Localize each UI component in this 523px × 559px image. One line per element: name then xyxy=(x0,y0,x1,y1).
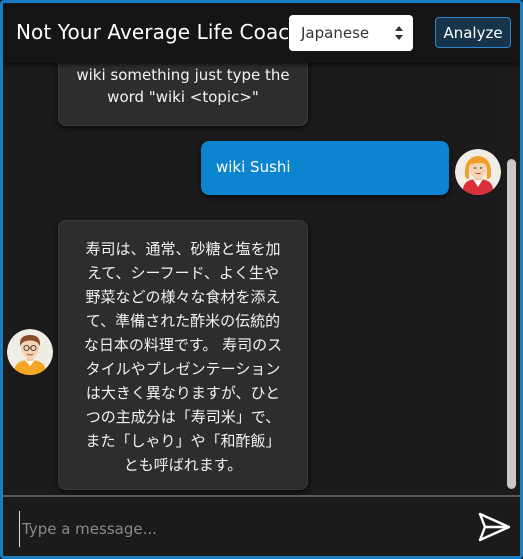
message-line: とも呼ばれます。 xyxy=(123,456,243,474)
message-line: word "wiki <topic>" xyxy=(107,88,259,106)
scrollbar-thumb[interactable] xyxy=(507,159,516,489)
chat-messages: wiki something just type the word "wiki … xyxy=(3,63,503,495)
user-message-text: wiki Sushi xyxy=(216,158,291,176)
message-input[interactable] xyxy=(19,511,464,547)
woman-avatar-icon xyxy=(455,149,501,195)
bot-message-bubble: wiki something just type the word "wiki … xyxy=(58,63,308,126)
app-window: Not Your Average Life Coach Japanese Ana… xyxy=(0,0,523,559)
message-line: な日本の料理です。 寿司のス xyxy=(83,336,283,354)
bot-message-bubble: 寿司は、通常、砂糖と塩を加 えて、シーフード、よく生や 野菜などの様々な食材を添… xyxy=(58,220,308,490)
message-line: えて、シーフード、よく生や xyxy=(86,264,279,282)
chat-scrollbar[interactable] xyxy=(503,63,520,495)
man-avatar-icon xyxy=(7,329,53,375)
message-line: 野菜などの様々な食材を添え xyxy=(85,288,281,306)
message-line: 寿司は、通常、砂糖と塩を加 xyxy=(85,240,281,258)
analyze-button[interactable]: Analyze xyxy=(435,17,511,48)
language-select-value: Japanese xyxy=(301,24,370,42)
message-line: タイルやプレゼンテーション xyxy=(85,360,281,378)
paper-plane-send-icon[interactable] xyxy=(477,511,511,543)
app-header: Not Your Average Life Coach Japanese Ana… xyxy=(3,3,520,63)
message-composer xyxy=(3,495,520,556)
message-line: つの主成分は「寿司米」で、 xyxy=(85,408,281,426)
user-message-bubble: wiki Sushi xyxy=(201,141,449,195)
language-select[interactable]: Japanese xyxy=(289,15,413,51)
app-title: Not Your Average Life Coach xyxy=(16,20,303,44)
message-line: は大きく異なりますが、ひと xyxy=(85,384,281,402)
message-line: wiki something just type the xyxy=(76,66,290,84)
message-line: て、準備された酢米の伝統的 xyxy=(85,312,281,330)
up-down-arrows-icon xyxy=(395,26,403,40)
message-line: また「しゃり」や「和酢飯」 xyxy=(85,432,281,450)
